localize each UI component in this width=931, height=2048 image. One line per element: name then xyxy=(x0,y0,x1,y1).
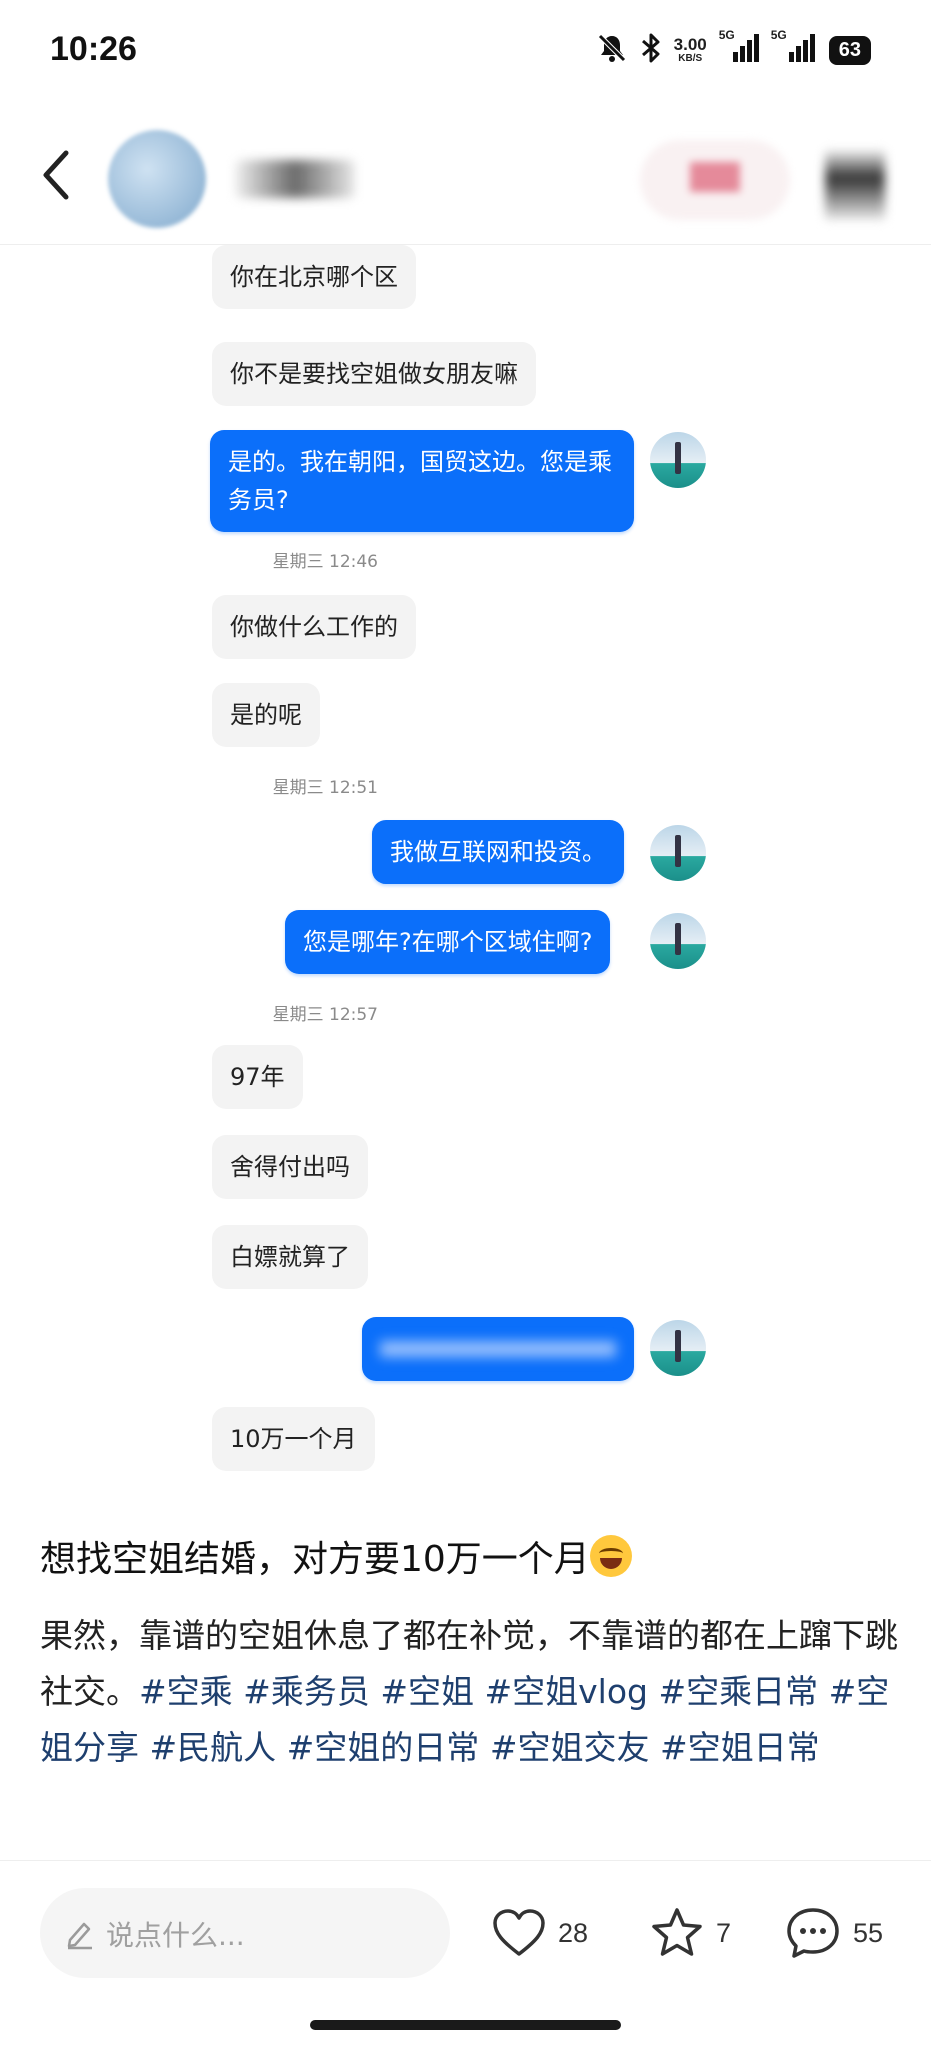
hashtag[interactable]: #空姐日常 xyxy=(660,1728,820,1767)
avatar xyxy=(650,913,706,969)
hashtag[interactable]: #空乘日常 xyxy=(658,1672,818,1711)
message-bubble: 白嫖就算了 xyxy=(212,1225,368,1289)
signal-label: 5G xyxy=(718,28,735,42)
status-bar: 10:26 3.00 KB/S 5G 5G 63 xyxy=(0,0,931,110)
star-icon xyxy=(652,1908,702,1956)
contact-name-blurred[interactable] xyxy=(235,160,355,198)
message-timestamp: 星期三 12:46 xyxy=(272,552,378,572)
bluetooth-icon xyxy=(640,32,662,68)
hashtag[interactable]: #民航人 xyxy=(150,1728,277,1767)
hashtag[interactable]: #乘务员 xyxy=(243,1672,370,1711)
signal-icon: 5G xyxy=(719,28,759,68)
post-title: 想找空姐结婚，对方要10万一个月 xyxy=(40,1530,632,1582)
back-button[interactable] xyxy=(36,145,76,205)
hashtag[interactable]: #空姐 xyxy=(380,1672,474,1711)
status-time: 10:26 xyxy=(50,30,137,68)
message-bubble: 你不是要找空姐做女朋友嘛 xyxy=(212,342,536,406)
message-bubble: 您是哪年?在哪个区域住啊? xyxy=(285,910,611,974)
favorite-count: 7 xyxy=(716,1917,732,1948)
avatar xyxy=(650,1320,706,1376)
signal-label: 5G xyxy=(770,28,787,42)
like-button[interactable]: 28 xyxy=(492,1905,588,1961)
speed-value: 3.00 xyxy=(673,35,707,54)
avatar xyxy=(650,432,706,488)
heart-icon xyxy=(493,1909,545,1956)
comment-count: 55 xyxy=(853,1917,884,1948)
contact-avatar[interactable] xyxy=(108,130,206,228)
hashtag[interactable]: #空姐的日常 xyxy=(287,1728,480,1767)
laughing-emoji-icon xyxy=(589,1535,632,1577)
speed-unit: KB/S xyxy=(678,53,703,64)
message-bubble: 你做什么工作的 xyxy=(212,595,416,659)
avatar xyxy=(650,825,706,881)
message-bubble: 10万一个月 xyxy=(212,1407,375,1471)
bell-off-icon xyxy=(596,32,628,68)
status-icons: 3.00 KB/S 5G 5G 63 xyxy=(596,28,871,70)
message-timestamp: 星期三 12:51 xyxy=(272,778,378,798)
chat-screenshot: 你在北京哪个区 你不是要找空姐做女朋友嘛 是的。我在朝阳，国贸这边。您是乘务员?… xyxy=(0,245,931,1471)
follow-button[interactable] xyxy=(640,140,790,220)
battery-icon: 63 xyxy=(828,35,871,65)
divider xyxy=(0,1860,931,1861)
hashtag[interactable]: #空姐交友 xyxy=(490,1728,650,1767)
pencil-icon xyxy=(67,1922,92,1950)
comment-bubble-icon xyxy=(787,1908,839,1958)
hashtag[interactable]: #空乘 xyxy=(139,1672,233,1711)
signal-icon: 5G xyxy=(771,28,817,68)
message-bubble: 你在北京哪个区 xyxy=(212,245,416,309)
post-body: 果然，靠谱的空姐休息了都在补觉，不靠谱的都在上蹿下跳社交。#空乘 #乘务员 #空… xyxy=(40,1608,900,1776)
message-bubble: 97年 xyxy=(212,1045,303,1109)
hashtag[interactable]: #空姐vlog xyxy=(484,1672,648,1711)
like-count: 28 xyxy=(558,1917,589,1948)
message-bubble: 我做互联网和投资。 xyxy=(372,820,624,884)
home-indicator[interactable] xyxy=(310,2020,621,2030)
more-vertical-icon[interactable] xyxy=(825,150,885,220)
chevron-left-icon xyxy=(43,150,69,200)
message-timestamp: 星期三 12:57 xyxy=(272,1005,378,1025)
chat-header xyxy=(0,110,931,245)
message-bubble: 是的呢 xyxy=(212,683,320,747)
post-title-text: 想找空姐结婚，对方要10万一个月 xyxy=(40,1539,590,1580)
comment-placeholder: 说点什么... xyxy=(106,1919,245,1952)
message-bubble: 是的。我在朝阳，国贸这边。您是乘务员? xyxy=(210,430,634,532)
favorite-button[interactable]: 7 xyxy=(650,1905,731,1961)
network-speed: 3.00 KB/S xyxy=(674,36,707,64)
message-bubble-redacted xyxy=(362,1317,634,1381)
comment-button[interactable]: 55 xyxy=(785,1905,883,1961)
comment-input[interactable]: 说点什么... xyxy=(40,1888,450,1978)
message-bubble: 舍得付出吗 xyxy=(212,1135,368,1199)
